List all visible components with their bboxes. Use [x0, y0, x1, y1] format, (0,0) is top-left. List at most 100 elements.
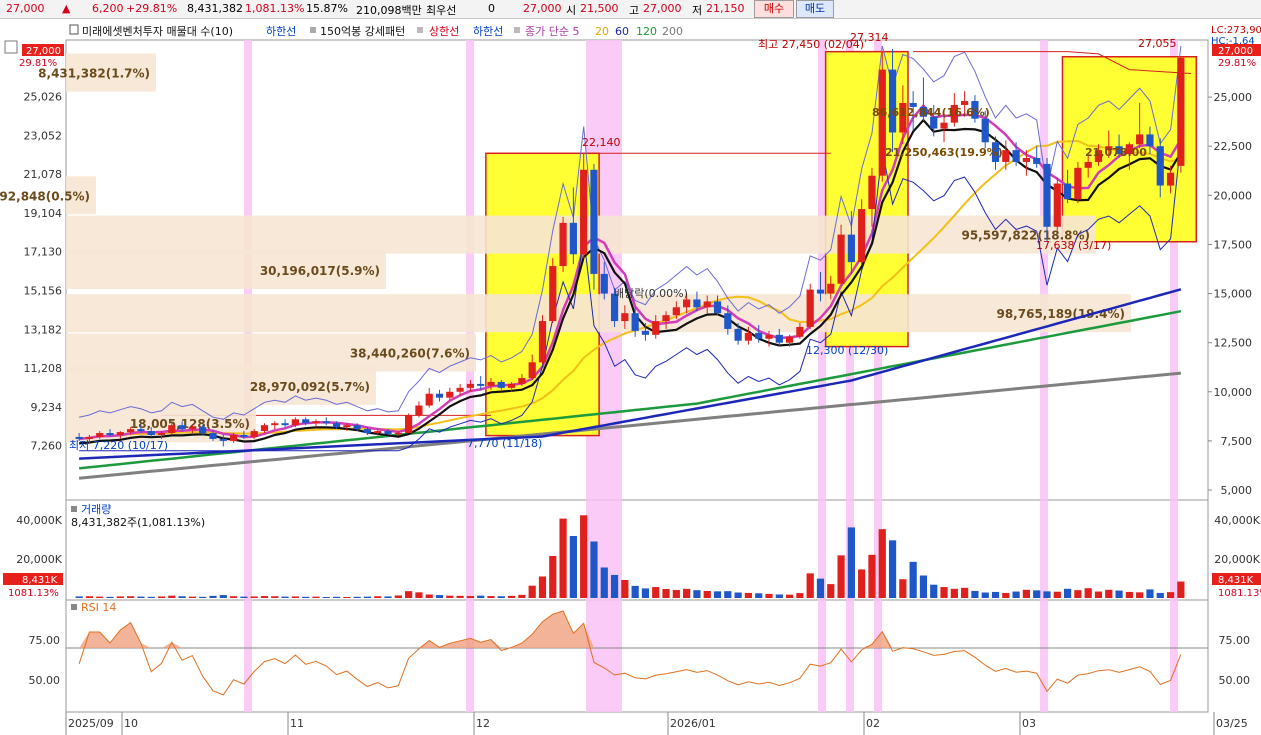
volume-bar — [209, 595, 217, 598]
volume-bar — [703, 590, 711, 598]
volume-bar — [363, 596, 372, 598]
volume-bar — [281, 596, 289, 598]
volume-bar — [1084, 588, 1092, 598]
volume-bar — [775, 594, 783, 598]
peak1-label: 22,140 — [582, 136, 621, 149]
stock-chart[interactable]: 8,431,382(1.7%)2,692,848(0.5%)30,196,017… — [0, 20, 1261, 735]
left-axis-tick: 19,104 — [24, 207, 63, 220]
candle-body — [363, 429, 372, 434]
candle-body — [693, 299, 701, 308]
volume-bar — [683, 588, 691, 598]
right-axis-tick: 20,000 — [1214, 189, 1253, 202]
peak3-label: 27,055 — [1138, 37, 1177, 50]
volume-axis-tick: 20,000K — [16, 553, 62, 566]
candle-body — [785, 336, 794, 343]
volume-bar — [487, 596, 495, 598]
volume-bar — [1125, 591, 1133, 598]
candle-body — [796, 326, 804, 337]
candle-body — [281, 423, 289, 426]
volume-bar — [353, 596, 361, 598]
candle-body — [1043, 163, 1051, 227]
highlight-column — [466, 40, 474, 712]
candle-body — [1012, 150, 1020, 162]
candle-body — [652, 321, 660, 335]
candle-body — [683, 299, 691, 308]
volume-bar — [1136, 592, 1144, 598]
candle-body — [209, 433, 217, 439]
sell-button[interactable]: 매도 — [796, 0, 834, 18]
candle-body — [487, 381, 495, 386]
candle-body — [127, 429, 135, 433]
volume-bar — [940, 587, 948, 598]
legend-ma60: 60 — [615, 25, 629, 38]
low-annotation: 최저 7,220 (10/17) — [69, 439, 168, 452]
volume-bar — [250, 596, 258, 598]
candle-body — [1146, 134, 1154, 147]
candle-body — [858, 209, 866, 263]
volume-bar — [291, 596, 299, 598]
candle-body — [631, 313, 639, 331]
candle-body — [703, 301, 711, 308]
candle-body — [456, 387, 464, 392]
legend-stock-name: 미래에셋벤처투자 매물대 수(10) — [82, 25, 233, 38]
volume-bar — [600, 567, 608, 598]
volume-bar — [538, 576, 547, 598]
candle-body — [1136, 134, 1144, 145]
legend-upper-icon — [417, 27, 423, 33]
volume-bar — [652, 587, 660, 598]
volume-bar — [713, 591, 722, 598]
volume-bar — [466, 596, 475, 598]
volume-bar — [405, 591, 413, 598]
candle-body — [744, 332, 753, 341]
candle-body — [271, 423, 279, 426]
settings-icon[interactable] — [4, 40, 18, 54]
best-bid-value: 0 — [488, 2, 495, 15]
volume-bar — [899, 579, 907, 598]
volume-bar — [497, 596, 505, 598]
candle-body — [713, 301, 722, 314]
candle-body — [312, 421, 320, 424]
candle-body — [157, 433, 166, 435]
right-axis-tick: 17,500 — [1214, 238, 1253, 251]
vol-right-ratio: 1081.13% — [1218, 588, 1261, 599]
volume-bar — [868, 554, 876, 598]
right-axis-tick: 12,500 — [1214, 337, 1253, 350]
volume-bar — [271, 596, 279, 598]
volume-bar — [569, 536, 577, 598]
legend-ma-icon — [514, 27, 520, 33]
volume-profile-label: 28,970,092(5.7%) — [250, 380, 370, 394]
turnover: 15.87% — [306, 2, 348, 15]
vol-right-tag-text: 8,431K — [1218, 575, 1254, 586]
lc-tag: LC:273,90 — [1211, 25, 1261, 36]
low1-label: 7,770 (11/18) — [467, 437, 542, 450]
candle-body — [878, 69, 886, 176]
candle-body — [827, 283, 835, 294]
volume-bar — [1002, 592, 1010, 598]
volume-ratio: 1,081.13% — [245, 2, 305, 15]
legend-ma20: 20 — [595, 25, 609, 38]
x-axis-label: 03/25 — [1216, 717, 1248, 730]
candle-body — [981, 118, 989, 143]
left-price-tag-text: 27,000 — [26, 46, 61, 57]
volume-bar — [909, 561, 917, 598]
buy-button[interactable]: 매수 — [754, 0, 794, 18]
volume-bar — [981, 592, 989, 598]
volume-bar — [847, 527, 855, 598]
candle-body — [435, 393, 444, 398]
change-value: 6,200 — [92, 2, 124, 15]
volume-bar — [878, 529, 886, 598]
volume-bar — [837, 555, 845, 598]
volume-bar — [971, 590, 979, 598]
volume-axis-tick: 40,000K — [16, 514, 62, 527]
box3-level-label: 21,078.00 — [1085, 146, 1147, 159]
legend-checkbox-icon[interactable] — [69, 24, 79, 35]
volume-bar — [1156, 592, 1164, 598]
candle-body — [1084, 161, 1092, 168]
candle-body — [662, 315, 670, 322]
candle-body — [1074, 167, 1082, 200]
volume-bar — [229, 596, 238, 598]
volume-bar — [332, 596, 341, 598]
highlight-column — [1040, 40, 1048, 712]
candle-body — [847, 234, 855, 263]
volume-bar — [693, 590, 701, 598]
